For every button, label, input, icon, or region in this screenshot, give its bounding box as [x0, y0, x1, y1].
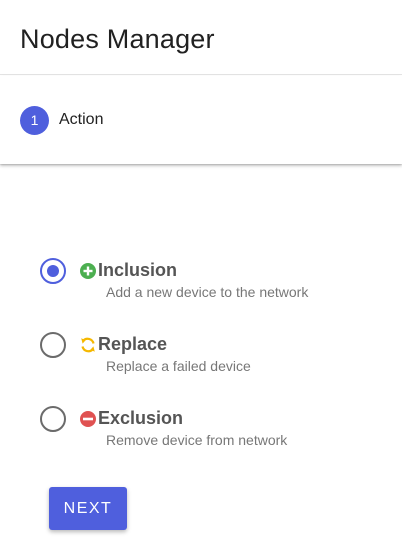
nodes-manager-page: Nodes Manager 1 Action Inclusion Add a n…	[0, 0, 402, 542]
option-replace[interactable]: Replace Replace a failed device	[40, 330, 380, 382]
step-label: Action	[59, 111, 104, 128]
option-description: Remove device from network	[106, 432, 288, 448]
inclusion-radio[interactable]	[40, 258, 66, 284]
exclusion-radio[interactable]	[40, 406, 66, 432]
plus-circle-icon	[80, 263, 96, 279]
option-inclusion[interactable]: Inclusion Add a new device to the networ…	[40, 256, 380, 308]
option-label: Exclusion	[98, 408, 184, 428]
stepper: 1 Action	[0, 76, 402, 164]
refresh-icon	[81, 337, 95, 353]
option-description: Replace a failed device	[106, 358, 251, 374]
minus-circle-icon	[80, 411, 96, 427]
option-exclusion[interactable]: Exclusion Remove device from network	[40, 404, 380, 456]
option-label: Inclusion	[98, 260, 178, 280]
replace-radio[interactable]	[40, 332, 66, 358]
option-description: Add a new device to the network	[106, 284, 309, 300]
step-number-badge: 1	[20, 106, 49, 135]
header: Nodes Manager	[0, 0, 402, 75]
next-button[interactable]: NEXT	[49, 487, 127, 530]
option-label: Replace	[98, 334, 168, 354]
page-title: Nodes Manager	[20, 24, 215, 54]
